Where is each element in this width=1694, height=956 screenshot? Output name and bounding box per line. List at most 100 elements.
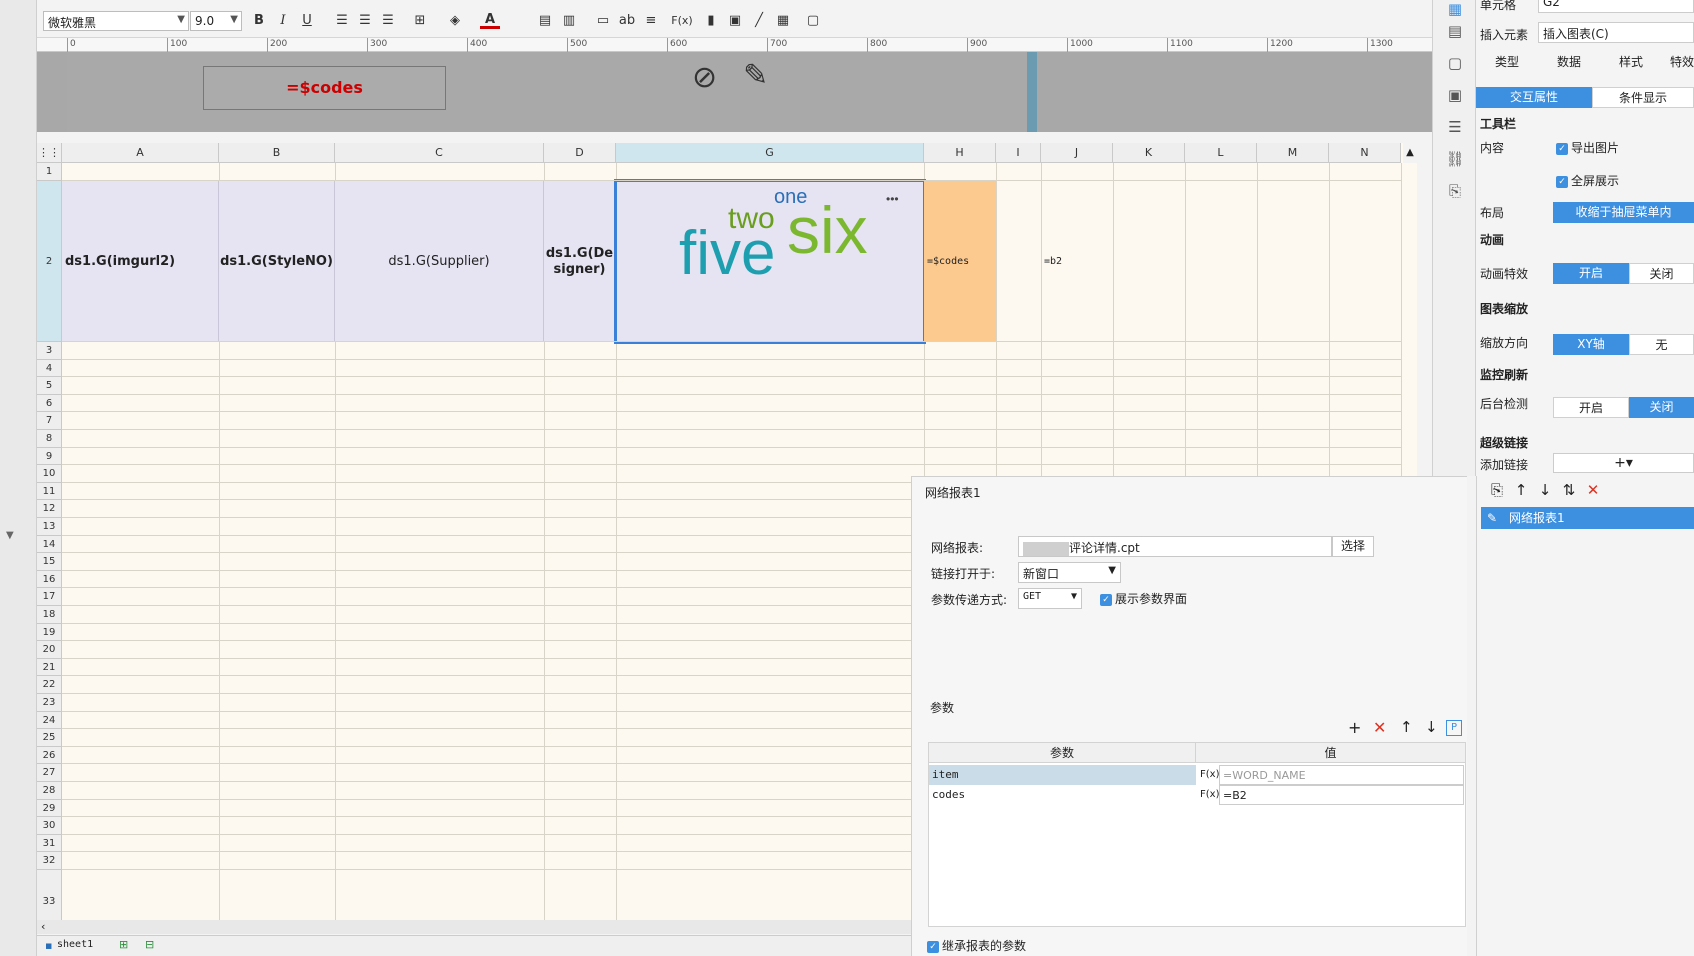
column-header-i[interactable]: I [996, 143, 1041, 163]
row-header-21[interactable]: 21 [37, 658, 62, 677]
inherit-params-checkbox[interactable]: ✓ 继承报表的参数 [927, 937, 1026, 954]
insert-element-select[interactable]: 插入图表(C) [1538, 22, 1694, 43]
scroll-up-icon[interactable]: ▲ [1403, 143, 1417, 163]
row-header-29[interactable]: 29 [37, 799, 62, 818]
formula-icon[interactable]: F(x) [667, 10, 697, 32]
preview-formula-box[interactable]: =$codes [203, 66, 446, 110]
hide-eye-icon[interactable]: ⊘ [692, 60, 717, 95]
move-up-icon[interactable]: ↑ [1400, 718, 1413, 736]
richtext-icon[interactable]: ▦ [773, 10, 793, 32]
sheet-tab[interactable]: sheet1 [57, 939, 93, 950]
align-left-icon[interactable]: ☰ [332, 10, 352, 32]
row-header-2[interactable]: 2 [37, 181, 62, 342]
row-header-31[interactable]: 31 [37, 834, 62, 853]
column-header-b[interactable]: B [219, 143, 335, 163]
row-header-5[interactable]: 5 [37, 377, 62, 395]
chart-icon[interactable]: ▮ [701, 10, 721, 32]
row-header-11[interactable]: 11 [37, 482, 62, 501]
layout-select[interactable]: 收缩于抽屉菜单内 [1553, 202, 1694, 223]
add-sheet-icon[interactable]: ⊞ [119, 938, 128, 951]
animation-off-button[interactable]: 关闭 [1629, 263, 1694, 284]
row-header-9[interactable]: 9 [37, 447, 62, 466]
row-header-23[interactable]: 23 [37, 694, 62, 712]
column-header-a[interactable]: A [62, 143, 219, 163]
move-up-icon[interactable]: ↑ [1511, 481, 1531, 501]
row-header-22[interactable]: 22 [37, 676, 62, 694]
row-header-18[interactable]: 18 [37, 606, 62, 624]
choose-button[interactable]: 选择 [1332, 536, 1374, 557]
row-header-16[interactable]: 16 [37, 570, 62, 589]
row-header-6[interactable]: 6 [37, 394, 62, 413]
image-icon[interactable]: ▣ [725, 10, 745, 32]
column-header-n[interactable]: N [1329, 143, 1401, 163]
open-in-select[interactable]: 新窗口 ▼ [1018, 562, 1121, 583]
row-header-4[interactable]: 4 [37, 359, 62, 378]
row-header-13[interactable]: 13 [37, 518, 62, 536]
fill-color-icon[interactable]: ◈ [445, 10, 465, 32]
cell-c2[interactable]: ds1.G(Supplier) [335, 181, 544, 342]
column-header-l[interactable]: L [1185, 143, 1257, 163]
row-header-15[interactable]: 15 [37, 553, 62, 571]
export-image-checkbox[interactable]: ✓ 导出图片 [1556, 139, 1619, 156]
cell-address-field[interactable]: G2 [1538, 0, 1694, 13]
hyperlink-list-item[interactable]: ✎ 网络报表1 [1481, 507, 1694, 529]
cell-element-icon[interactable]: ▭ [593, 10, 613, 32]
slash-icon[interactable]: ╱ [749, 10, 769, 32]
row-header-7[interactable]: 7 [37, 412, 62, 430]
method-select[interactable]: GET ▼ [1018, 588, 1082, 609]
add-param-icon[interactable]: + [1348, 718, 1361, 737]
cell-d2[interactable]: ds1.G(Designer) [544, 181, 616, 342]
param-name-cell[interactable]: codes [929, 785, 1196, 805]
underline-button[interactable]: U [297, 10, 317, 32]
row-header-32[interactable]: 32 [37, 852, 62, 870]
row-header-12[interactable]: 12 [37, 500, 62, 518]
horizontal-scrollbar[interactable]: ‹ [37, 920, 917, 934]
row-header-19[interactable]: 19 [37, 623, 62, 642]
row-header-27[interactable]: 27 [37, 764, 62, 782]
tab-data[interactable]: 数据 [1538, 52, 1600, 73]
tab-effect[interactable]: 特效 [1662, 52, 1694, 73]
row-header-20[interactable]: 20 [37, 641, 62, 659]
bg-check-off-button[interactable]: 关闭 [1629, 397, 1694, 418]
widget-settings-icon[interactable]: ▤ [1445, 22, 1465, 42]
font-size-select[interactable]: 9.0 ▼ [190, 11, 242, 31]
float-element-icon[interactable]: ▢ [1445, 54, 1465, 74]
row-header-17[interactable]: 17 [37, 588, 62, 606]
column-header-m[interactable]: M [1257, 143, 1329, 163]
report-attr-icon[interactable]: ☰ [1445, 118, 1465, 138]
move-down-icon[interactable]: ↓ [1535, 481, 1555, 501]
tab-type[interactable]: 类型 [1476, 52, 1538, 73]
report-path-field[interactable]: 评论详情.cpt [1018, 536, 1332, 557]
frame-icon[interactable]: ▢ [803, 10, 823, 32]
row-header-24[interactable]: 24 [37, 711, 62, 730]
delete-icon[interactable]: ✕ [1583, 481, 1603, 501]
row-header-10[interactable]: 10 [37, 465, 62, 483]
scroll-left-icon[interactable]: ‹ [41, 920, 45, 933]
align-right-icon[interactable]: ☰ [378, 10, 398, 32]
border-icon[interactable]: ⊞ [410, 10, 430, 32]
param-name-cell[interactable]: item [929, 765, 1196, 785]
row-header-3[interactable]: 3 [37, 342, 62, 360]
formula-icon[interactable]: F(x) [1197, 785, 1219, 805]
cell-g2-wordcloud-chart[interactable]: one two six five ••• [614, 179, 926, 344]
row-header-1[interactable]: 1 [37, 163, 62, 181]
hyperlink-icon[interactable]: ⛓ [1445, 150, 1465, 170]
column-header-g[interactable]: G [616, 143, 924, 163]
column-header-d[interactable]: D [544, 143, 616, 163]
italic-button[interactable]: I [273, 10, 293, 32]
show-params-checkbox[interactable]: ✓ 展示参数界面 [1100, 590, 1187, 607]
add-form-sheet-icon[interactable]: ⊟ [145, 938, 154, 951]
cell-j2[interactable]: =b2 [1041, 181, 1113, 342]
subtab-interaction[interactable]: 交互属性 [1476, 87, 1592, 108]
animation-on-button[interactable]: 开启 [1553, 263, 1629, 284]
formula-icon[interactable]: F(x) [1197, 765, 1219, 785]
tab-style[interactable]: 样式 [1600, 52, 1662, 73]
align-center-icon[interactable]: ☰ [355, 10, 375, 32]
param-value-cell[interactable]: =B2 [1219, 785, 1464, 805]
move-down-icon[interactable]: ↓ [1425, 718, 1438, 736]
column-header-h[interactable]: H [924, 143, 996, 163]
param-value-cell[interactable]: =WORD_NAME [1219, 765, 1464, 785]
more-options-icon[interactable]: ••• [886, 192, 899, 206]
cell-h2[interactable]: =$codes [924, 181, 996, 342]
column-header-c[interactable]: C [335, 143, 544, 163]
